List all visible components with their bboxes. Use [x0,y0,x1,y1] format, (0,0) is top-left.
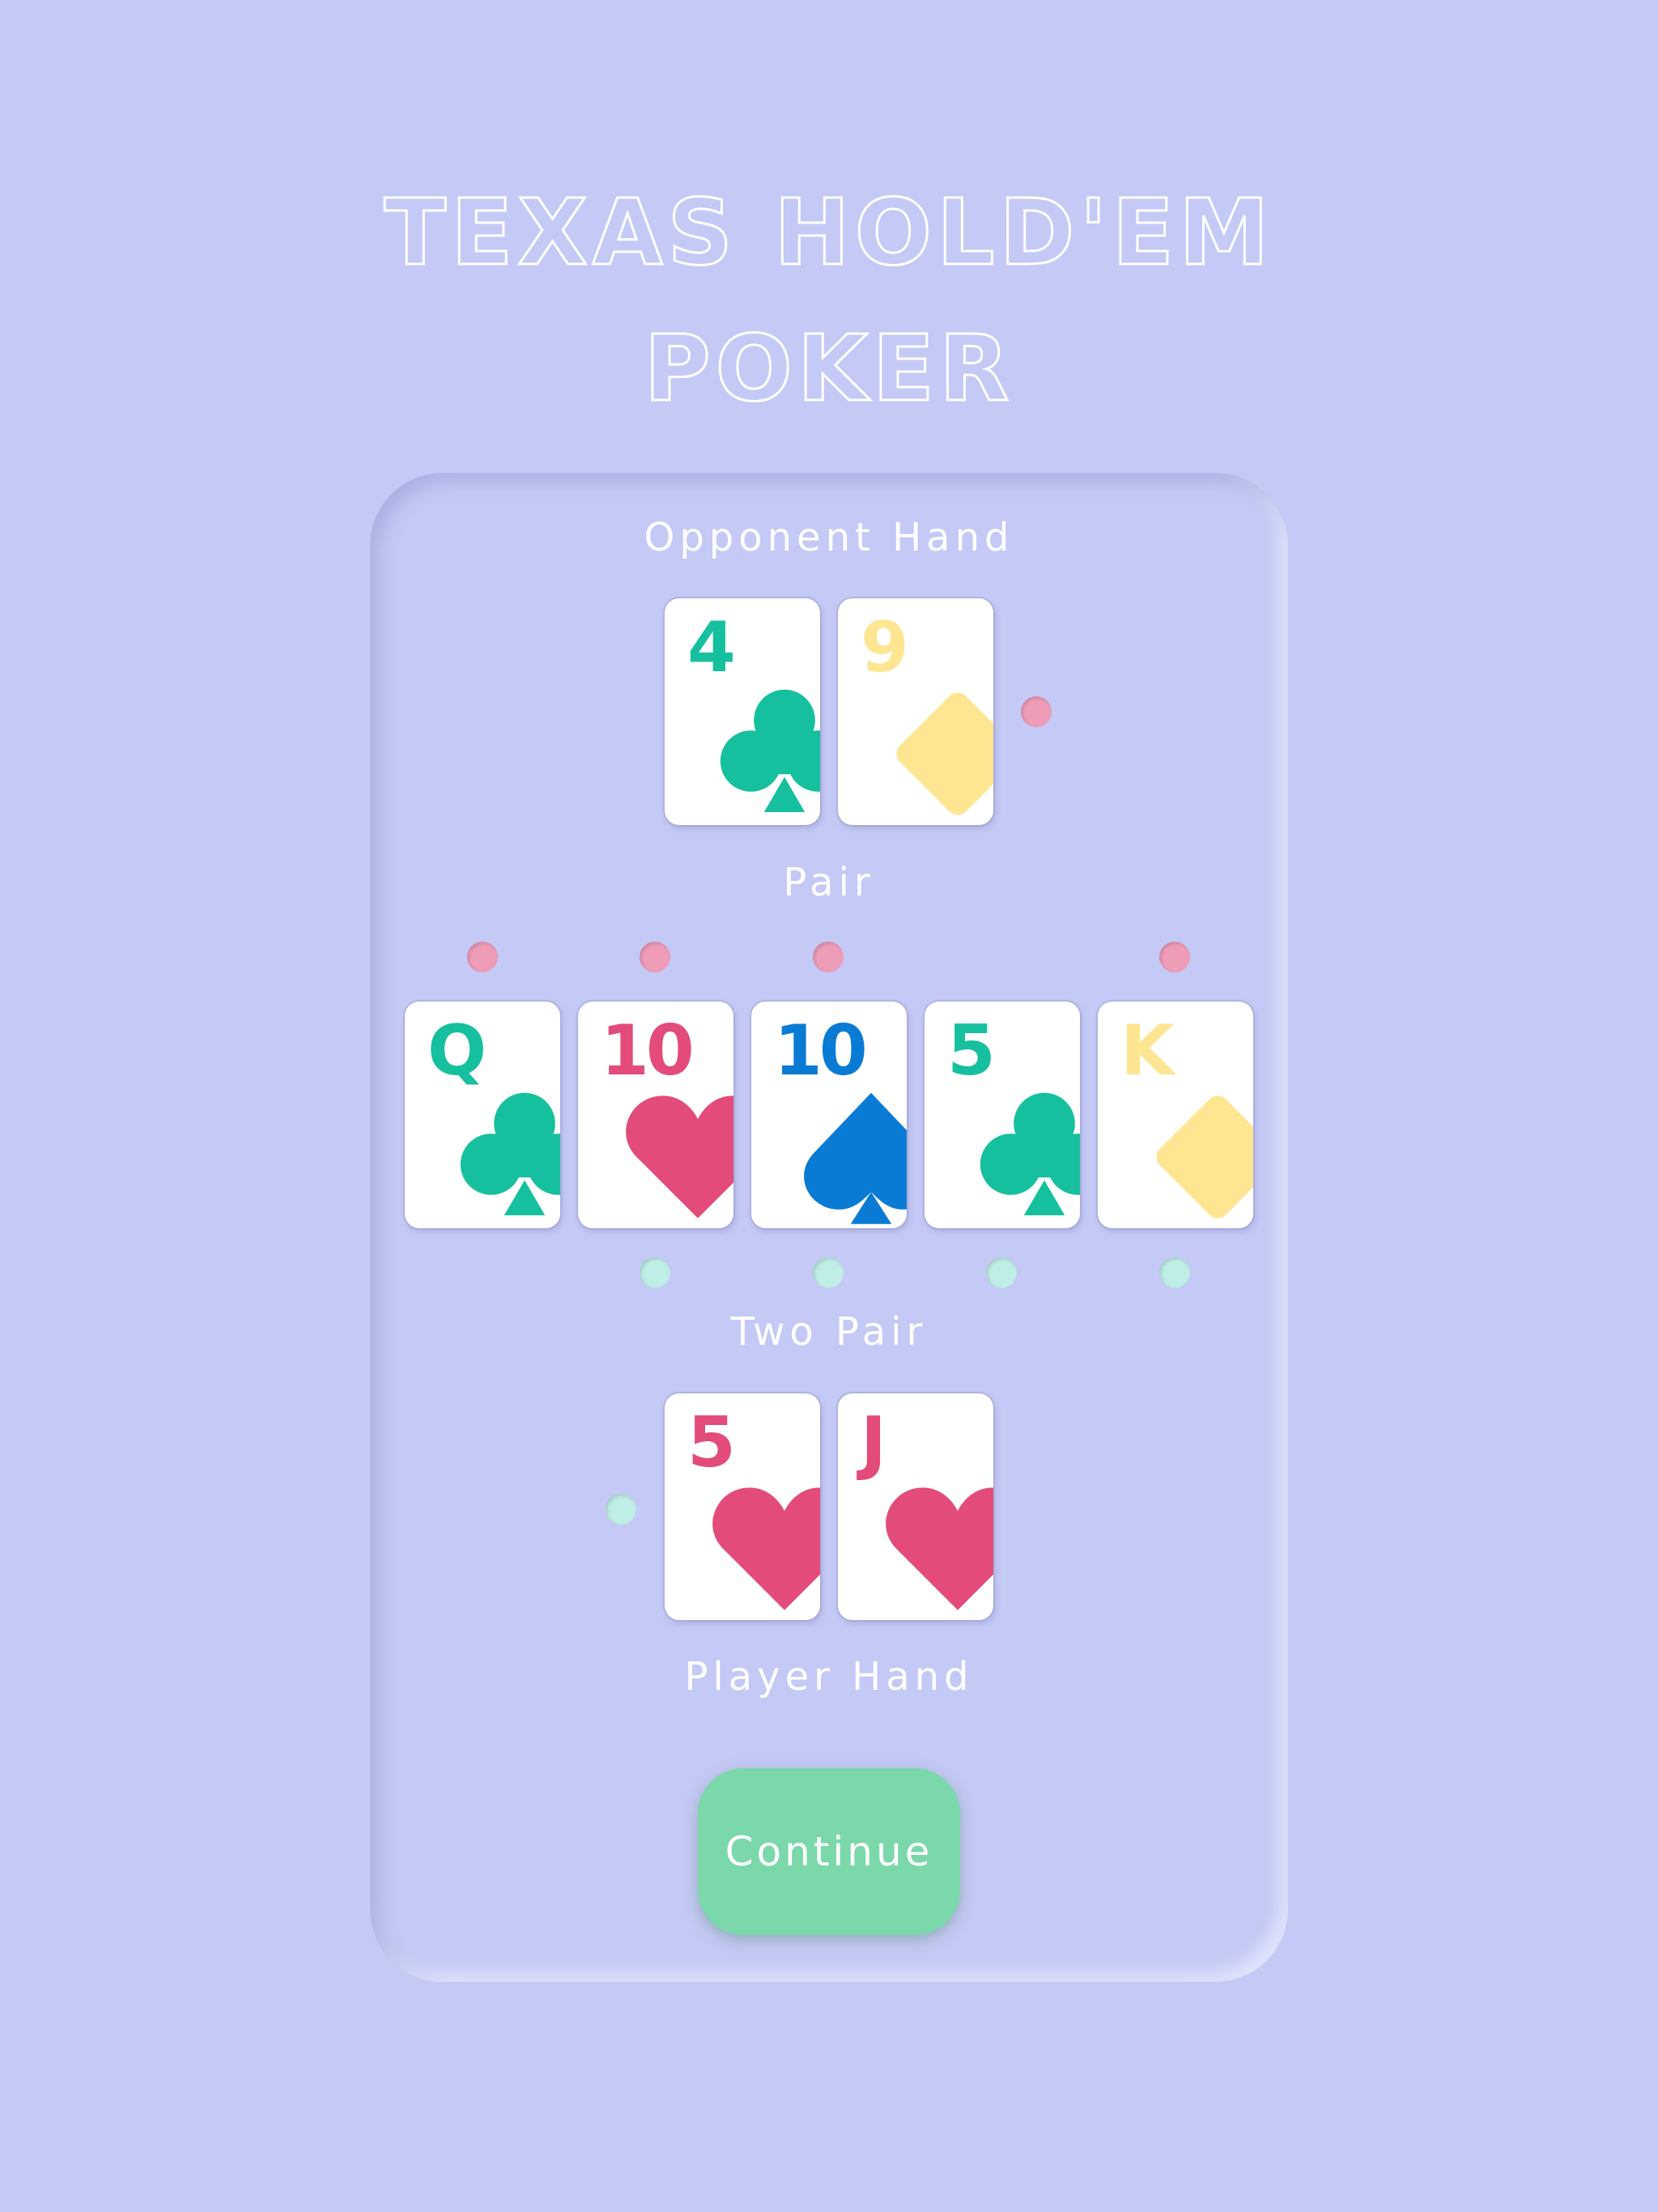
card-rank: 10 [601,1010,695,1091]
club-icon [460,1092,560,1215]
continue-button[interactable]: Continue [698,1768,960,1935]
player-result-label: Two Pair [730,1309,928,1355]
player-indicator-dot [986,1257,1017,1288]
player-card-1[interactable]: 5 [665,1393,820,1620]
community-card-5[interactable]: K [1098,1002,1253,1228]
title-line-1: TEXAS HOLD'EM [383,181,1274,286]
card-rank: J [861,1402,886,1483]
player-indicator-dot [813,1257,844,1288]
player-indicator-dot [606,1494,636,1525]
opponent-indicator-dot [1159,942,1190,972]
opponent-indicator-dot [1021,696,1052,727]
card-rank: Q [427,1010,487,1091]
player-card-2[interactable]: J [838,1393,993,1620]
title-line-2: POKER [643,317,1014,422]
opponent-hand-label: Opponent Hand [644,515,1014,560]
opponent-indicator-dot [813,942,844,972]
opponent-indicator-dot [640,942,670,972]
diamond-icon [896,692,993,815]
community-card-1[interactable]: Q [405,1002,560,1228]
opponent-indicator-dot [467,942,498,972]
community-card-2[interactable]: 10 [578,1002,733,1228]
spade-icon [804,1092,907,1224]
heart-icon [712,1487,820,1610]
opponent-card-2[interactable]: 9 [838,598,993,825]
community-card-4[interactable]: 5 [925,1002,1080,1228]
card-rank: 9 [861,607,909,688]
opponent-result-label: Pair [783,860,875,905]
heart-icon [626,1095,733,1219]
diamond-icon [1156,1095,1253,1219]
card-rank: 5 [947,1010,996,1091]
club-icon [980,1092,1080,1215]
card-rank: 4 [687,607,736,688]
player-hand-label: Player Hand [684,1654,974,1699]
heart-icon [886,1487,993,1610]
player-indicator-dot [1159,1257,1190,1288]
card-rank: 5 [687,1402,736,1483]
opponent-card-1[interactable]: 4 [665,598,820,825]
card-rank: K [1120,1010,1175,1091]
community-card-3[interactable]: 10 [751,1002,907,1228]
player-indicator-dot [640,1257,670,1288]
club-icon [720,689,820,812]
card-rank: 10 [774,1010,868,1091]
